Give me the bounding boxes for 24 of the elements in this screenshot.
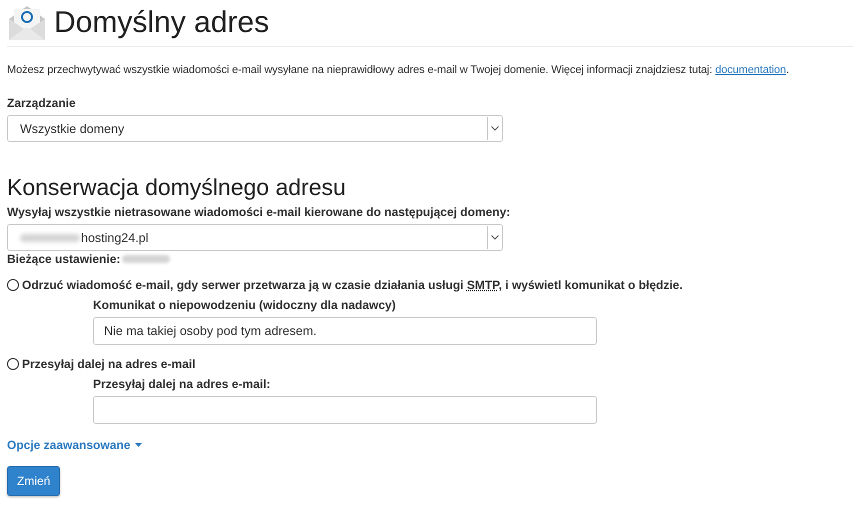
input-field[interactable] <box>93 396 597 424</box>
domain-select[interactable]: Wszystkie domeny <box>7 115 503 142</box>
domain-select[interactable]: hosting24.pl <box>7 224 503 251</box>
chevron-down-icon <box>490 235 498 240</box>
redacted-text <box>20 234 80 242</box>
input-field[interactable]: Nie ma takiej osoby pod tym adresem. <box>93 317 597 345</box>
chevron-down-icon <box>490 126 498 131</box>
radio-label: Przesyłaj dalej na adres e-mail <box>22 357 196 371</box>
current-setting-label: Bieżące ustawienie: <box>7 252 120 266</box>
field-label: Komunikat o niepowodzeniu (widoczny dla nadawcy) <box>93 298 397 312</box>
radio-label: Odrzuć wiadomość e-mail, gdy serwer przetwarza ją w czasie działania usługi SMTP, i wyświetl komunikat o błędzie. <box>22 278 683 292</box>
radio-button[interactable] <box>7 279 19 291</box>
field-label: Zarządzanie <box>7 96 77 110</box>
field-label: Przesyłaj dalej na adres e-mail: <box>93 377 272 391</box>
page-title: Domyślny adres <box>54 6 270 40</box>
intro-text: Możesz przechwytywać wszystkie wiadomości e-mail wysyłane na nieprawidłowy adres e-mail w Twojej domenie. Więcej informacji znajdziesz tutaj: documentation. <box>7 64 790 76</box>
radio-button[interactable] <box>7 358 19 370</box>
advanced-options-toggle[interactable]: Opcje zaawansowane <box>7 438 142 452</box>
envelope-icon <box>7 3 47 43</box>
section-title: Konserwacja domyślnego adresu <box>7 174 347 201</box>
documentation-link[interactable]: documentation <box>715 64 786 76</box>
redacted-text <box>122 255 170 263</box>
submit-button[interactable]: Zmień <box>7 466 60 496</box>
field-label: Wysyłaj wszystkie nietrasowane wiadomości e-mail kierowane do następującej domeny: <box>7 205 512 219</box>
